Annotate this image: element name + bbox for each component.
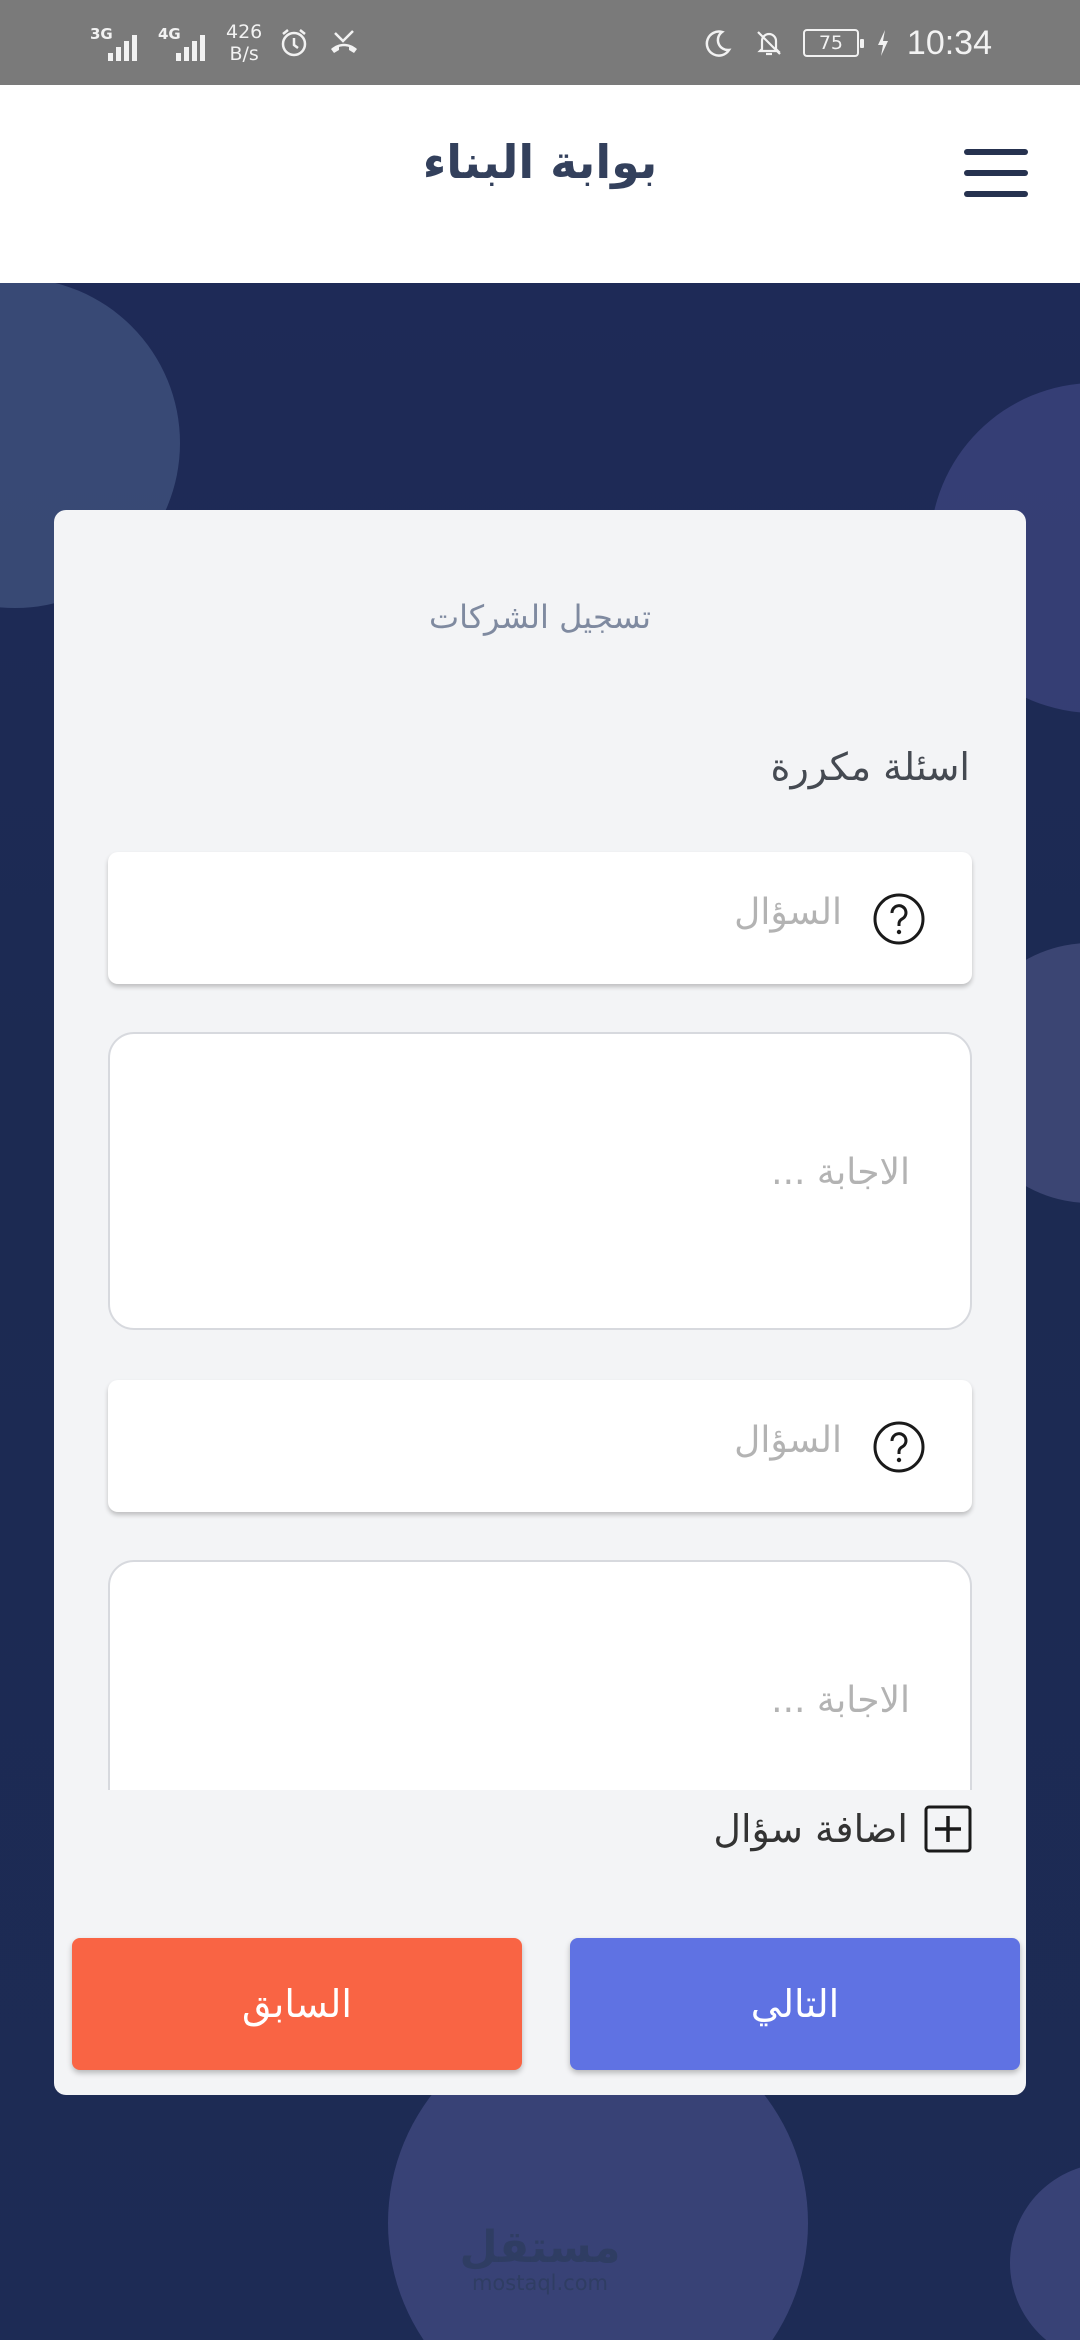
watermark-arabic: مستقل — [459, 2222, 621, 2273]
watermark: مستقل mostaql.com — [0, 2222, 1080, 2296]
network-speed: 426 B/s — [226, 21, 263, 65]
app-title: بوابة البناء — [422, 135, 658, 189]
answer-textarea[interactable]: الاجابة ... — [108, 1560, 972, 1790]
answer-textarea[interactable]: الاجابة ... — [108, 1032, 972, 1330]
add-question-label: اضافة سؤال — [713, 1807, 908, 1851]
question-placeholder: السؤال — [734, 892, 842, 933]
question-mark-icon — [872, 892, 926, 946]
watermark-latin: mostaql.com — [471, 2271, 609, 2295]
alarm-icon — [276, 25, 312, 61]
question-input[interactable]: السؤال — [108, 852, 972, 984]
status-bar: 3G 4G 426 B/s 75 10:34 — [0, 0, 1080, 85]
plus-box-icon — [924, 1805, 972, 1853]
question-placeholder: السؤال — [734, 1420, 842, 1461]
battery-indicator: 75 — [802, 29, 864, 57]
clock: 10:34 — [906, 23, 992, 62]
next-button[interactable]: التالي — [570, 1938, 1020, 2070]
bell-off-icon — [751, 25, 787, 61]
charging-icon — [875, 25, 891, 61]
moon-icon — [699, 25, 735, 61]
question-input[interactable]: السؤال — [108, 1380, 972, 1512]
status-right: 75 10:34 — [699, 18, 992, 68]
sim1-signal-icon: 3G — [90, 23, 144, 63]
answer-placeholder: الاجابة ... — [771, 1152, 910, 1193]
status-left: 3G 4G 426 B/s — [90, 18, 362, 68]
app-bar: بوابة البناء — [0, 85, 1080, 283]
registration-card: تسجيل الشركات اسئلة مكررة السؤال الاجابة… — [54, 510, 1026, 2095]
answer-placeholder: الاجابة ... — [771, 1680, 910, 1721]
previous-button[interactable]: السابق — [72, 1938, 522, 2070]
question-mark-icon — [872, 1420, 926, 1474]
faq-list: السؤال الاجابة ... السؤال الاجابة ... — [54, 510, 1026, 1790]
missed-call-icon — [326, 25, 362, 61]
hamburger-menu-icon[interactable] — [964, 149, 1028, 197]
sim2-signal-icon: 4G — [158, 23, 212, 63]
add-question-button[interactable]: اضافة سؤال — [713, 1805, 972, 1853]
